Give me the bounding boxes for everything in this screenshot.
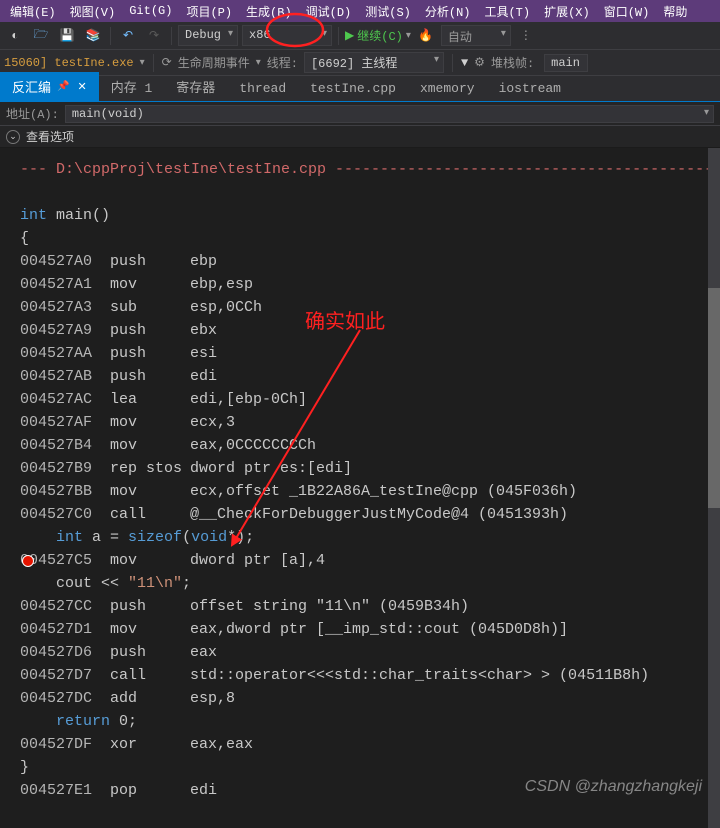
view-options-label: 查看选项	[26, 128, 74, 145]
stackframe-dropdown[interactable]: main	[544, 54, 588, 72]
menu-project[interactable]: 项目(P)	[180, 1, 238, 22]
menu-debug[interactable]: 调试(D)	[300, 1, 358, 22]
menu-git[interactable]: Git(G)	[123, 2, 178, 20]
tab-memory[interactable]: 内存 1	[99, 72, 165, 101]
asm-line: 004527AApushesi	[20, 342, 720, 365]
annotation-text: 确实如此	[305, 305, 385, 334]
menu-tools[interactable]: 工具(T)	[478, 1, 536, 22]
menu-window[interactable]: 窗口(W)	[598, 1, 656, 22]
save-all-icon[interactable]: 📚	[82, 25, 104, 47]
asm-line: 004527DFxoreax,eax	[20, 733, 720, 756]
asm-line: 004527A0pushebp	[20, 250, 720, 273]
menu-extensions[interactable]: 扩展(X)	[538, 1, 596, 22]
continue-button[interactable]: ▶ 继续(C) ▾	[345, 27, 411, 44]
view-options-row[interactable]: ⌄ 查看选项	[0, 126, 720, 148]
menu-view[interactable]: 视图(V)	[64, 1, 122, 22]
new-item-icon[interactable]: ◐	[4, 25, 26, 47]
asm-line: 004527ACleaedi,[ebp-0Ch]	[20, 388, 720, 411]
source-line: int main()	[20, 204, 720, 227]
play-icon: ▶	[345, 28, 354, 43]
asm-line: 004527C0call@__CheckForDebuggerJustMyCod…	[20, 503, 720, 526]
scrollbar-thumb[interactable]	[708, 288, 720, 508]
disassembly-view[interactable]: --- D:\cppProj\testIne\testIne.cpp -----…	[0, 148, 720, 828]
process-label: 15060] testIne.exe	[4, 56, 134, 70]
platform-dropdown[interactable]: x86	[242, 25, 332, 46]
open-icon[interactable]: 🗁	[30, 25, 52, 47]
asm-line: 004527ABpushedi	[20, 365, 720, 388]
asm-line: 004527B9rep stosdword ptr es:[edi]	[20, 457, 720, 480]
menu-help[interactable]: 帮助	[657, 1, 693, 22]
toolbar: ◐ 🗁 💾 📚 ↶ ↷ Debug x86 ▶ 继续(C) ▾ 🔥 自动 ⋮	[0, 22, 720, 50]
source-file-header: --- D:\cppProj\testIne\testIne.cpp -----…	[20, 158, 720, 181]
chevron-down-icon[interactable]: ⌄	[6, 130, 20, 144]
scrollbar[interactable]	[708, 148, 720, 828]
save-icon[interactable]: 💾	[56, 25, 78, 47]
source-line: return 0;	[20, 710, 720, 733]
auto-dropdown[interactable]: 自动	[441, 25, 511, 46]
thread-dropdown[interactable]: [6692] 主线程	[304, 52, 444, 73]
thread-label-text: 线程:	[267, 54, 298, 71]
source-line: cout << "11\n";	[20, 572, 720, 595]
asm-line: 004527D1moveax,dword ptr [__imp_std::cou…	[20, 618, 720, 641]
asm-line: 004527B4moveax,0CCCCCCCCh	[20, 434, 720, 457]
tab-disassembly[interactable]: 反汇编 📌 ✕	[0, 72, 99, 101]
tab-registers[interactable]: 寄存器	[164, 72, 227, 101]
asm-line: 004527BBmovecx,offset _1B22A86A_testIne@…	[20, 480, 720, 503]
redo-icon[interactable]: ↷	[143, 25, 165, 47]
menu-analyze[interactable]: 分析(N)	[419, 1, 477, 22]
asm-line: 004527AFmovecx,3	[20, 411, 720, 434]
dropdown-icon[interactable]: ⋮	[515, 25, 537, 47]
tab-thread[interactable]: thread	[227, 76, 298, 101]
asm-line: 004527D7callstd::operator<<<std::char_tr…	[20, 664, 720, 687]
menu-edit[interactable]: 编辑(E)	[4, 1, 62, 22]
menubar: 编辑(E) 视图(V) Git(G) 项目(P) 生成(B) 调试(D) 测试(…	[0, 0, 720, 22]
asm-line: 004527A1movebp,esp	[20, 273, 720, 296]
config-dropdown[interactable]: Debug	[178, 25, 238, 46]
stack-label-text: 堆栈帧:	[491, 54, 534, 71]
address-label: 地址(A):	[6, 105, 59, 122]
filter-icon[interactable]: ▼	[461, 56, 468, 70]
hot-reload-icon[interactable]: 🔥	[415, 25, 437, 47]
menu-test[interactable]: 测试(S)	[359, 1, 417, 22]
address-bar: 地址(A): main(void)	[0, 102, 720, 126]
tab-iostream[interactable]: iostream	[487, 76, 573, 101]
settings-icon[interactable]: ⚙	[474, 55, 485, 70]
asm-line: 004527D6pusheax	[20, 641, 720, 664]
tab-xmemory[interactable]: xmemory	[408, 76, 487, 101]
source-line: int a = sizeof(void*);	[20, 526, 720, 549]
menu-build[interactable]: 生成(B)	[240, 1, 298, 22]
undo-icon[interactable]: ↶	[117, 25, 139, 47]
pin-icon[interactable]: 📌	[57, 81, 69, 93]
source-line: {	[20, 227, 720, 250]
watermark: CSDN @zhangzhangkeji	[525, 778, 702, 796]
address-input[interactable]: main(void)	[65, 105, 714, 123]
breakpoint-icon[interactable]	[22, 555, 34, 567]
asm-line: 004527C5movdword ptr [a],4	[20, 549, 720, 572]
lifecycle-label: 生命周期事件	[178, 54, 250, 71]
asm-line: 004527CCpushoffset string "11\n" (0459B3…	[20, 595, 720, 618]
close-icon[interactable]: ✕	[77, 80, 86, 94]
source-line: }	[20, 756, 720, 779]
tab-testine-cpp[interactable]: testIne.cpp	[298, 76, 408, 101]
tab-row: 反汇编 📌 ✕ 内存 1 寄存器 thread testIne.cpp xmem…	[0, 76, 720, 102]
asm-line: 004527DCaddesp,8	[20, 687, 720, 710]
